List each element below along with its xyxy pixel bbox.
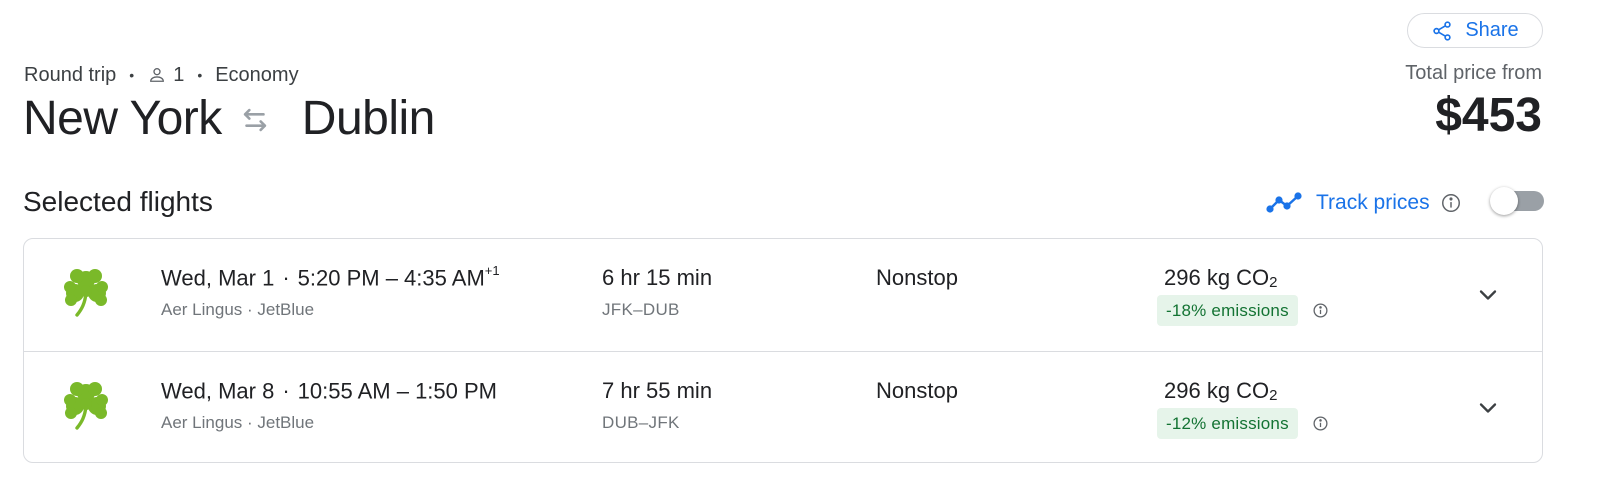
shamrock-logo xyxy=(64,269,108,317)
swap-arrows-icon xyxy=(243,108,266,132)
flight-times: Wed, Mar 1 · 5:20 PM – 4:35 AM+1 xyxy=(161,263,500,291)
airline-names: Aer Lingus · JetBlue xyxy=(161,413,315,432)
co2-amount: 296 kg CO2 xyxy=(1164,378,1278,404)
separator-dot: • xyxy=(129,67,135,83)
chevron-down-icon[interactable] xyxy=(1474,281,1502,309)
info-icon[interactable] xyxy=(1312,415,1329,432)
chevron-down-icon[interactable] xyxy=(1474,394,1502,422)
flight-row[interactable]: Wed, Mar 8 · 10:55 AM – 1:50 PM Aer Lingus… xyxy=(24,351,1542,463)
co2-value: 296 kg CO xyxy=(1164,378,1270,403)
trip-type: Round trip xyxy=(24,63,117,86)
info-icon[interactable] xyxy=(1440,192,1462,214)
share-icon xyxy=(1433,20,1452,41)
person-icon xyxy=(150,68,165,82)
track-prices-label: Track prices xyxy=(1316,191,1430,214)
passenger-count: 1 xyxy=(173,63,185,86)
share-label: Share xyxy=(1465,19,1519,41)
selected-flights-card: Wed, Mar 1 · 5:20 PM – 4:35 AM+1 Aer Lingu… xyxy=(23,238,1543,463)
flight-duration: 6 hr 15 min xyxy=(602,265,713,290)
arrival-time: 4:35 AM xyxy=(404,265,485,291)
departure-time: 5:20 PM xyxy=(297,265,380,291)
share-button[interactable]: Share xyxy=(1407,13,1543,48)
separator-dot: · xyxy=(282,265,290,291)
route-title: New York Dublin xyxy=(23,88,435,148)
shamrock-logo xyxy=(64,382,108,430)
total-price: $453 xyxy=(1435,89,1542,142)
arrival-time: 1:50 PM xyxy=(415,378,497,404)
flight-date: Wed, Mar 8 xyxy=(161,378,275,404)
airport-codes: DUB–JFK xyxy=(602,413,680,432)
departure-time: 10:55 AM xyxy=(297,378,391,404)
flight-row[interactable]: Wed, Mar 1 · 5:20 PM – 4:35 AM+1 Aer Lingu… xyxy=(24,239,1542,351)
flight-times: Wed, Mar 8 · 10:55 AM – 1:50 PM xyxy=(161,378,497,404)
co2-value: 296 kg CO xyxy=(1164,265,1270,290)
co2-subscript: 2 xyxy=(1269,387,1278,404)
co2-amount: 296 kg CO2 xyxy=(1164,265,1278,291)
total-price-label: Total price from xyxy=(1405,62,1542,84)
airport-codes: JFK–DUB xyxy=(602,300,680,319)
separator-dot: · xyxy=(282,378,290,404)
track-prices-toggle[interactable] xyxy=(1490,187,1544,215)
track-prices-button[interactable]: Track prices xyxy=(1266,186,1462,220)
emissions-badge: -18% emissions xyxy=(1157,295,1298,326)
toggle-knob xyxy=(1490,187,1518,215)
stops-label: Nonstop xyxy=(876,378,958,403)
section-title: Selected flights xyxy=(23,186,213,217)
trend-line-icon xyxy=(1266,192,1302,213)
origin-city: New York xyxy=(23,91,222,145)
co2-subscript: 2 xyxy=(1269,274,1278,291)
stops-label: Nonstop xyxy=(876,265,958,290)
trip-summary: Round trip • 1 • Economy xyxy=(24,62,299,88)
info-icon[interactable] xyxy=(1312,302,1329,319)
separator-dot: • xyxy=(197,67,203,83)
airline-names: Aer Lingus · JetBlue xyxy=(161,300,315,319)
emissions-badge: -12% emissions xyxy=(1157,408,1298,439)
flight-date: Wed, Mar 1 xyxy=(161,265,275,291)
destination-city: Dublin xyxy=(301,91,436,145)
flight-duration: 7 hr 55 min xyxy=(602,378,713,403)
day-offset: +1 xyxy=(484,263,500,278)
cabin-class: Economy xyxy=(215,63,299,86)
